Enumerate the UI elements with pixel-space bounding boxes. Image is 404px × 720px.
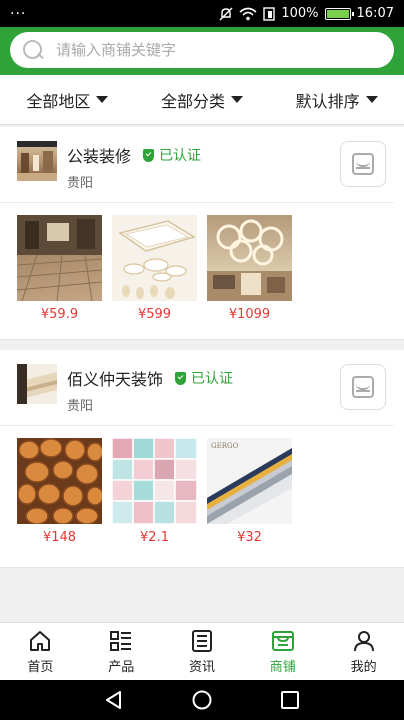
tab-products[interactable]: 产品: [81, 623, 162, 680]
store-card: 佰义仲天装饰 已认证 贵阳 ¥148 ¥2.1 GERGO ¥32: [0, 350, 404, 568]
verified-label: 已认证: [191, 371, 234, 387]
verified-label: 已认证: [159, 148, 202, 164]
back-icon[interactable]: [103, 689, 125, 711]
product-item[interactable]: ¥599: [112, 215, 197, 322]
filter-region-label: 全部地区: [26, 91, 91, 111]
notification-dots: ···: [10, 5, 27, 22]
filter-region[interactable]: 全部地区: [26, 88, 109, 112]
product-price: ¥148: [42, 530, 77, 545]
product-item[interactable]: GERGO ¥32: [207, 438, 292, 545]
recents-square-icon[interactable]: [279, 689, 301, 711]
user-icon: [353, 630, 374, 651]
store-city: 贵阳: [67, 399, 94, 414]
search-input[interactable]: [56, 41, 382, 59]
product-image-mosaic-tile: [112, 438, 197, 524]
product-item[interactable]: ¥2.1: [112, 438, 197, 545]
battery-icon: [324, 7, 354, 20]
tab-label: 我的: [350, 659, 377, 675]
store-city: 贵阳: [67, 176, 94, 191]
status-bar: ··· 100% 16:07: [0, 0, 404, 27]
store-header[interactable]: 佰义仲天装饰 已认证 贵阳: [0, 350, 394, 426]
caret-down-icon: [365, 96, 378, 103]
grid-list-icon: [110, 630, 132, 651]
tab-stores[interactable]: 商铺: [242, 623, 323, 680]
bottom-tab-bar: 首页 产品 资讯 商铺 我的: [0, 622, 404, 680]
enter-store-button[interactable]: [340, 364, 386, 410]
product-image-brand-text: GERGO: [211, 442, 239, 450]
home-icon: [30, 630, 51, 651]
product-price: ¥59.9: [40, 307, 79, 322]
clock: 16:07: [356, 6, 394, 21]
store-logo: [17, 141, 57, 181]
storefront-icon: [352, 153, 374, 175]
search-header: [0, 27, 404, 75]
enter-store-button[interactable]: [340, 141, 386, 187]
filter-sort[interactable]: 默认排序: [296, 88, 378, 112]
news-icon: [191, 629, 212, 652]
verified-badge: 已认证: [175, 368, 233, 388]
filter-category-label: 全部分类: [160, 91, 225, 111]
tab-profile[interactable]: 我的: [323, 623, 404, 680]
product-price: ¥599: [137, 307, 172, 322]
search-box[interactable]: [10, 32, 394, 68]
product-list: ¥148 ¥2.1 GERGO ¥32: [0, 426, 404, 545]
product-price: ¥1099: [228, 307, 271, 322]
battery-percent: 100%: [281, 6, 319, 21]
sim-card-icon: [263, 6, 276, 21]
tab-news[interactable]: 资讯: [162, 623, 243, 680]
tab-label: 产品: [108, 659, 135, 675]
store-card: 公装装修 已认证 贵阳 ¥59.9 ¥599 ¥1099: [0, 127, 404, 340]
mute-icon: [219, 7, 233, 20]
filter-sort-label: 默认排序: [295, 91, 360, 111]
home-circle-icon[interactable]: [191, 689, 213, 711]
caret-down-icon: [230, 96, 243, 103]
product-image-chandelier: [207, 215, 292, 301]
tab-label: 资讯: [188, 659, 215, 675]
product-price: ¥2.1: [140, 530, 169, 545]
product-price: ¥32: [237, 530, 262, 545]
product-item[interactable]: ¥59.9: [17, 215, 102, 322]
caret-down-icon: [96, 96, 109, 103]
product-image-ceiling-light: [112, 215, 197, 301]
shield-check-icon: [143, 148, 155, 162]
product-image-wood-floor: [17, 215, 102, 301]
product-image-aluminum-trim: GERGO: [207, 438, 292, 524]
tab-home[interactable]: 首页: [0, 623, 81, 680]
system-nav-bar: [0, 680, 404, 720]
product-item[interactable]: ¥148: [17, 438, 102, 545]
wifi-icon: [239, 7, 257, 20]
store-header[interactable]: 公装装修 已认证 贵阳: [0, 127, 394, 203]
tab-label: 首页: [27, 659, 54, 675]
search-icon: [22, 39, 44, 61]
product-image-wood-slices: [17, 438, 102, 524]
store-name: 佰义仲天装饰: [67, 370, 164, 389]
filter-category[interactable]: 全部分类: [161, 88, 243, 112]
product-list: ¥59.9 ¥599 ¥1099: [0, 203, 404, 322]
verified-badge: 已认证: [143, 145, 201, 165]
filter-bar: 全部地区 全部分类 默认排序: [0, 75, 404, 125]
store-icon: [271, 630, 294, 651]
store-name: 公装装修: [67, 147, 132, 166]
storefront-icon: [352, 376, 374, 398]
tab-label: 商铺: [269, 659, 296, 675]
shield-check-icon: [175, 371, 187, 385]
product-item[interactable]: ¥1099: [207, 215, 292, 322]
store-logo: [17, 364, 57, 404]
